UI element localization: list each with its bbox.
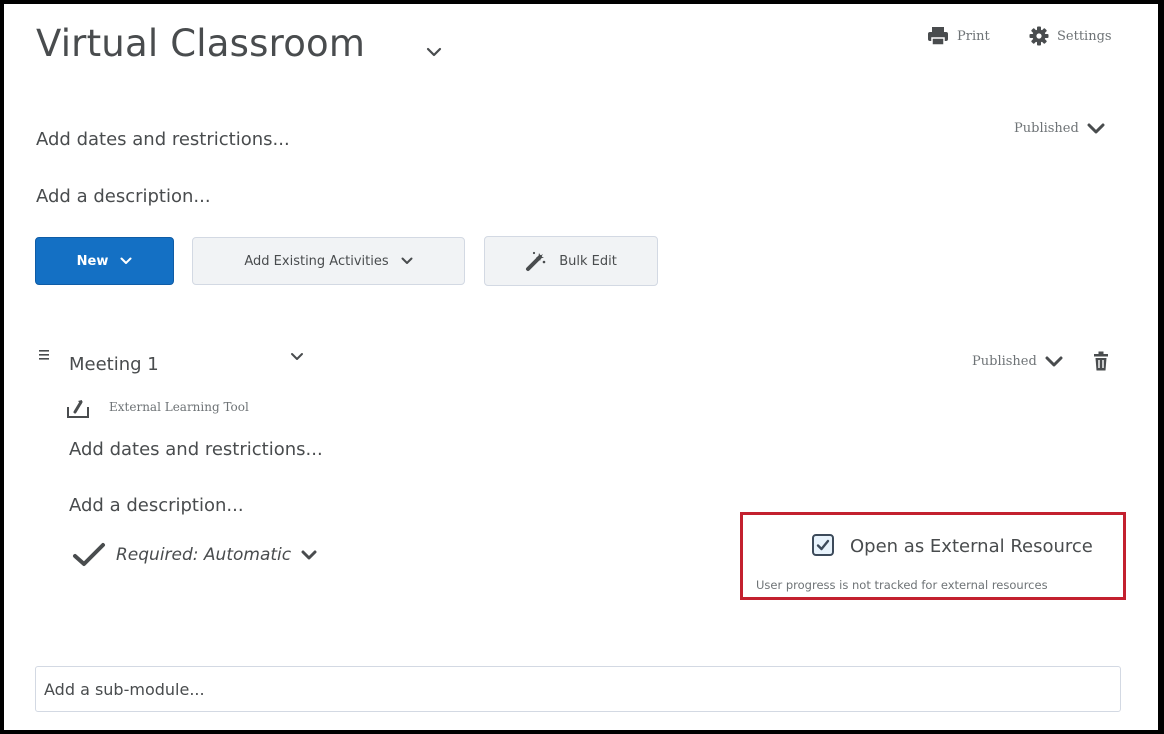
- open-external-label[interactable]: Open as External Resource: [850, 536, 1093, 557]
- drag-handle-icon[interactable]: [38, 348, 50, 362]
- chevron-down-icon[interactable]: [425, 46, 443, 58]
- page-frame: Virtual Classroom Print Settings Add dat…: [4, 4, 1158, 730]
- completion-dropdown[interactable]: Required: Automatic: [72, 542, 317, 568]
- module-status-label: Published: [1014, 121, 1079, 136]
- open-external-checkbox[interactable]: [812, 534, 834, 556]
- module-dates-link[interactable]: Add dates and restrictions...: [36, 129, 290, 150]
- chevron-down-icon: [301, 550, 317, 559]
- topic-status-dropdown[interactable]: Published: [972, 354, 1063, 369]
- settings-label: Settings: [1057, 28, 1112, 44]
- chevron-down-icon: [120, 257, 132, 264]
- submodule-input[interactable]: [35, 666, 1121, 712]
- checkbox-checked-icon: [816, 539, 830, 551]
- external-tool-icon: [67, 400, 89, 418]
- page-title: Virtual Classroom: [36, 22, 366, 65]
- open-external-note: User progress is not tracked for externa…: [756, 578, 1048, 592]
- chevron-down-icon[interactable]: [290, 352, 304, 362]
- topic-title[interactable]: Meeting 1: [69, 354, 159, 375]
- checkmark-icon: [73, 543, 105, 566]
- module-status-dropdown[interactable]: Published: [1014, 121, 1105, 136]
- chevron-down-icon: [1087, 123, 1105, 133]
- settings-button[interactable]: Settings: [1029, 26, 1112, 46]
- chevron-down-icon: [1045, 356, 1063, 366]
- add-existing-activities-button[interactable]: Add Existing Activities: [192, 237, 465, 285]
- add-existing-label: Add Existing Activities: [244, 253, 389, 269]
- tool-type-label: External Learning Tool: [109, 400, 249, 414]
- trash-icon[interactable]: [1093, 351, 1109, 371]
- magic-wand-icon: [526, 251, 546, 271]
- completion-label: Required: Automatic: [116, 545, 292, 565]
- chevron-down-icon: [401, 257, 413, 264]
- new-button-label: New: [76, 253, 109, 269]
- topic-description-link[interactable]: Add a description...: [69, 495, 244, 516]
- bulk-edit-label: Bulk Edit: [559, 253, 617, 269]
- print-button[interactable]: Print: [927, 26, 990, 46]
- new-button[interactable]: New: [35, 237, 174, 285]
- print-label: Print: [957, 28, 990, 44]
- topic-status-label: Published: [972, 354, 1037, 369]
- bulk-edit-button[interactable]: Bulk Edit: [484, 236, 658, 286]
- module-description-link[interactable]: Add a description...: [36, 186, 211, 207]
- printer-icon: [928, 27, 948, 46]
- gear-icon: [1029, 26, 1049, 46]
- topic-dates-link[interactable]: Add dates and restrictions...: [69, 439, 323, 460]
